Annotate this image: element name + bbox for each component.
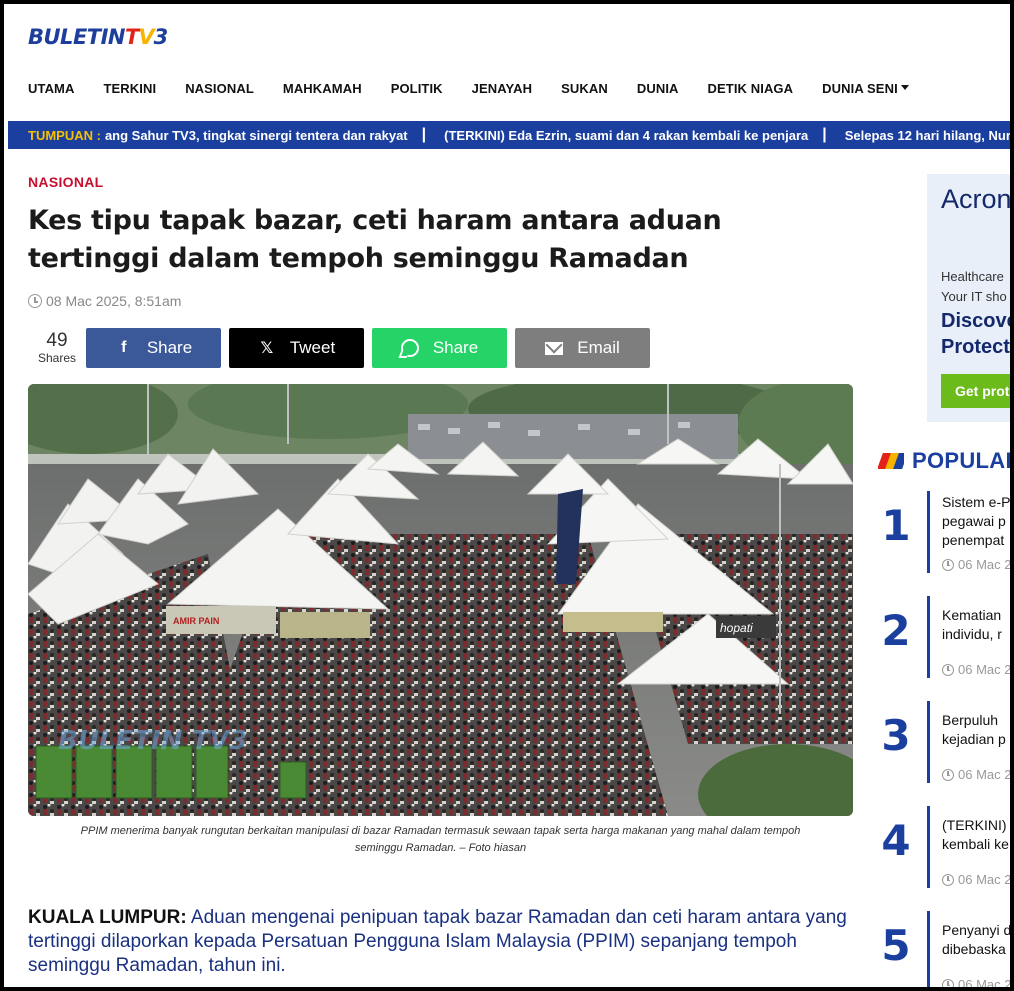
nav-item-jenayah[interactable]: JENAYAH	[472, 81, 532, 96]
logo-wordmark: BULETIN	[28, 25, 126, 49]
ticker-item[interactable]: (TERKINI) Eda Ezrin, suami dan 4 rakan k…	[440, 128, 808, 143]
clock-icon	[942, 873, 954, 886]
clock-icon	[28, 294, 42, 308]
whatsapp-icon	[400, 339, 419, 357]
whatsapp-share-button[interactable]: Share	[372, 328, 507, 368]
article-date-text: 08 Mac 2025, 8:51am	[46, 293, 182, 309]
email-share-label: Email	[577, 338, 620, 357]
article-date: 08 Mac 2025, 8:51am	[28, 293, 181, 309]
photo-caption: PPIM menerima banyak rungutan berkaitan …	[28, 823, 853, 857]
logo-tv3-mark: TV3	[125, 25, 168, 49]
article-headline: Kes tipu tapak bazar, ceti haram antara …	[28, 205, 722, 274]
bazaar-photo-illustration: AMIR PAIN hopati BULETIN TV3	[28, 384, 853, 816]
photo-caption-line1: PPIM menerima banyak rungutan berkaitan …	[80, 825, 801, 837]
news-ticker: TUMPUAN : ang Sahur TV3, tingkat sinergi…	[8, 121, 1010, 149]
clock-icon	[942, 978, 954, 987]
nav-item-detik-niaga[interactable]: DETIK NIAGA	[708, 81, 794, 96]
popular-item[interactable]: 4 (TERKINI) kembali ke 06 Mac 2	[878, 806, 1010, 911]
nav-item-utama[interactable]: UTAMA	[28, 81, 74, 96]
popular-item[interactable]: 2 Kematian individu, r 06 Mac 2	[878, 596, 1010, 701]
ad-subtext: Healthcare Your IT sho	[941, 269, 1007, 304]
clock-icon	[942, 558, 954, 571]
popular-divider	[927, 701, 930, 783]
facebook-icon: f	[121, 339, 127, 356]
article-dateline: KUALA LUMPUR:	[28, 907, 187, 928]
nav-item-nasional[interactable]: NASIONAL	[185, 81, 254, 96]
ticker-item[interactable]: ang Sahur TV3, tingkat sinergi tentera d…	[101, 128, 408, 143]
caret-down-icon	[900, 84, 909, 90]
facebook-share-label: Share	[146, 338, 193, 357]
article-category[interactable]: NASIONAL	[28, 174, 104, 190]
main-nav: UTAMA TERKINI NASIONAL MAHKAMAH POLITIK …	[28, 78, 938, 98]
popular-item[interactable]: 5 Penyanyi d dibebaska 06 Mac 2	[878, 911, 1010, 987]
nav-item-dunia-seni[interactable]: DUNIA SENI	[822, 81, 909, 96]
popular-title-text[interactable]: Kematian individu, r	[942, 606, 1010, 644]
nav-item-mahkamah[interactable]: MAHKAMAH	[283, 81, 362, 96]
ticker-label: TUMPUAN :	[28, 127, 101, 143]
popular-rank: 2	[881, 606, 911, 655]
ticker-separator: |	[822, 126, 827, 143]
popular-rank: 3	[881, 711, 911, 760]
popular-date: 06 Mac 2	[942, 662, 1010, 677]
photo-banner-text: hopati	[720, 621, 753, 635]
popular-title: POPULAR	[912, 448, 1014, 473]
share-bar: 49 Shares f Share 𝕏 Tweet Share Email	[28, 328, 650, 368]
x-icon: 𝕏	[260, 340, 274, 357]
nav-item-sukan[interactable]: SUKAN	[561, 81, 608, 96]
popular-divider	[927, 491, 930, 573]
popular-header: POPULAR	[878, 448, 1014, 474]
mail-icon	[545, 341, 564, 355]
share-count: 49 Shares	[28, 330, 86, 366]
popular-item[interactable]: 1 Sistem e-P pegawai p penempat 06 Mac 2	[878, 491, 1010, 596]
tv3-stripes-icon	[878, 453, 904, 469]
share-count-label: Shares	[37, 351, 77, 365]
popular-title-text[interactable]: Berpuluh kejadian p	[942, 711, 1010, 749]
photo-watermark: BULETIN TV3	[58, 726, 247, 756]
popular-divider	[927, 806, 930, 888]
nav-item-dunia[interactable]: DUNIA	[637, 81, 679, 96]
email-share-button[interactable]: Email	[515, 328, 650, 368]
ad-brand: Acron	[941, 184, 1012, 214]
x-tweet-label: Tweet	[289, 338, 336, 357]
popular-title-text[interactable]: Sistem e-P pegawai p penempat	[942, 493, 1010, 550]
photo-banner-text: AMIR PAIN	[173, 616, 219, 626]
site-logo[interactable]: BULETIN TV3	[28, 24, 168, 50]
nav-item-dunia-seni-label: DUNIA SENI	[822, 80, 898, 96]
article-body: KUALA LUMPUR: Aduan mengenai penipuan ta…	[28, 906, 848, 978]
facebook-share-button[interactable]: f Share	[86, 328, 221, 368]
whatsapp-share-label: Share	[432, 338, 479, 357]
popular-list: 1 Sistem e-P pegawai p penempat 06 Mac 2 2…	[878, 491, 1010, 987]
share-count-number: 49	[46, 330, 68, 351]
popular-divider	[927, 596, 930, 678]
sidebar-ad[interactable]: Acron Healthcare Your IT sho Discove Prote…	[927, 174, 1014, 422]
x-tweet-button[interactable]: 𝕏 Tweet	[229, 328, 364, 368]
popular-rank: 4	[881, 816, 911, 865]
ad-cta-button[interactable]: Get prot	[941, 374, 1010, 408]
popular-rank: 5	[881, 921, 911, 970]
popular-date: 06 Mac 2	[942, 767, 1010, 782]
clock-icon	[942, 768, 954, 781]
popular-title-text[interactable]: (TERKINI) kembali ke	[942, 816, 1010, 854]
popular-date: 06 Mac 2	[942, 977, 1010, 987]
photo-caption-line2: seminggu Ramadan. – Foto hiasan	[354, 842, 527, 854]
popular-item[interactable]: 3 Berpuluh kejadian p 06 Mac 2	[878, 701, 1010, 806]
ad-headline: Discove Protect	[941, 310, 1014, 358]
ticker-separator: |	[421, 126, 427, 143]
popular-date: 06 Mac 2	[942, 557, 1010, 572]
page-frame: BULETIN TV3 UTAMA TERKINI NASIONAL MAHKA…	[0, 0, 1014, 991]
nav-item-politik[interactable]: POLITIK	[391, 81, 443, 96]
clock-icon	[942, 663, 954, 676]
popular-rank: 1	[881, 501, 911, 550]
popular-title-text[interactable]: Penyanyi d dibebaska	[942, 921, 1010, 959]
ticker-item[interactable]: Selepas 12 hari hilang, Nur K	[841, 128, 1010, 143]
nav-item-terkini[interactable]: TERKINI	[103, 81, 156, 96]
article-photo[interactable]: AMIR PAIN hopati BULETIN TV3	[28, 384, 853, 816]
popular-divider	[927, 911, 930, 987]
popular-date: 06 Mac 2	[942, 872, 1010, 887]
